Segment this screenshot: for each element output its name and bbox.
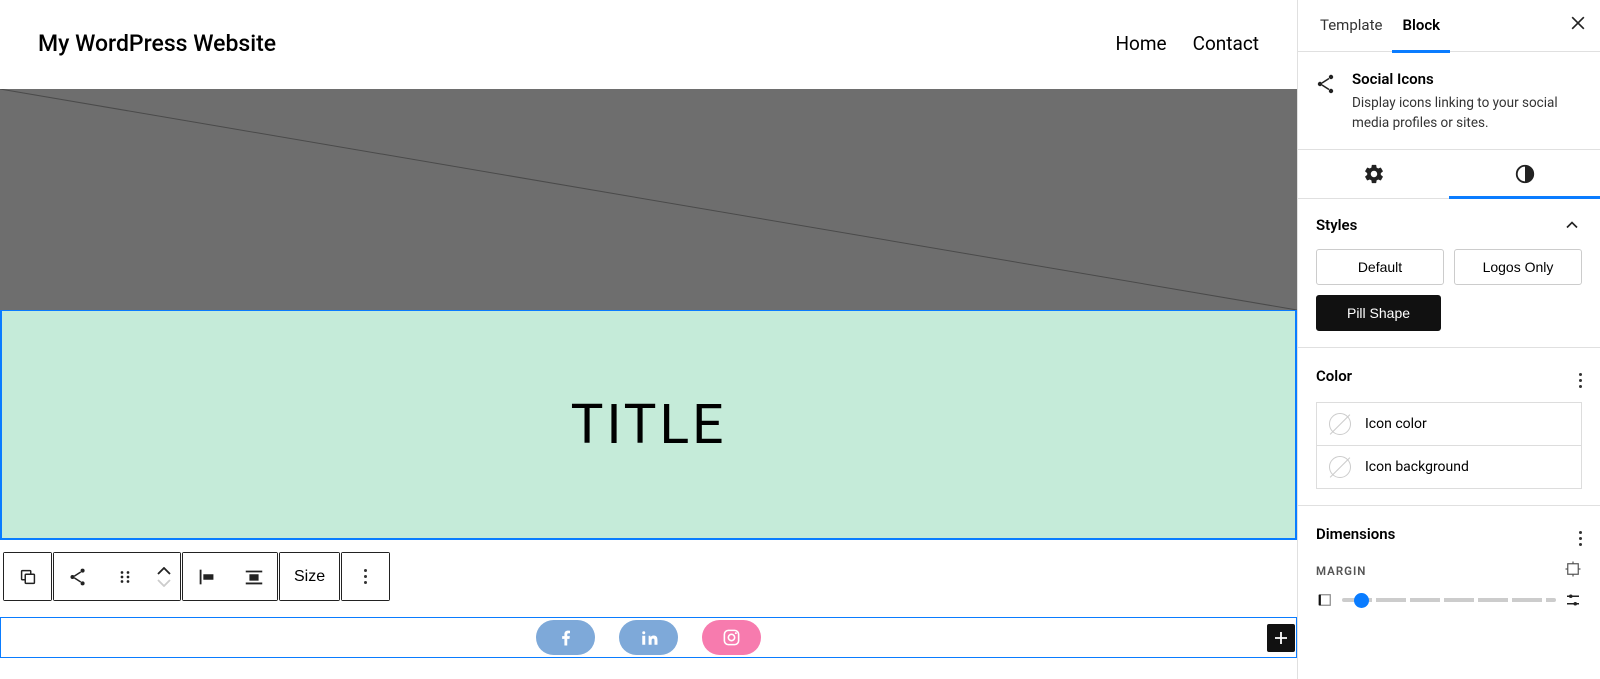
justify-left-button[interactable] (183, 553, 230, 600)
chevron-up-icon (157, 567, 171, 575)
gear-icon (1363, 163, 1385, 185)
editor-canvas: My WordPress Website Home Contact TITLE (0, 0, 1298, 679)
site-title[interactable]: My WordPress Website (38, 30, 276, 57)
chevron-down-icon (157, 579, 171, 587)
swatch-empty-icon (1329, 413, 1351, 435)
add-block-button[interactable] (1267, 624, 1295, 652)
dimensions-options-button[interactable] (1579, 522, 1582, 546)
block-toolbar: Size (3, 552, 390, 601)
plus-icon (1272, 629, 1290, 647)
style-logos-only[interactable]: Logos Only (1454, 249, 1582, 285)
drag-handle-icon[interactable] (101, 553, 148, 600)
block-name: Social Icons (1352, 70, 1584, 88)
block-card: Social Icons Display icons linking to yo… (1298, 52, 1600, 150)
social-icons-block[interactable] (0, 617, 1297, 658)
contrast-icon (1514, 163, 1536, 185)
color-options-button[interactable] (1579, 364, 1582, 388)
style-pill-shape[interactable]: Pill Shape (1316, 295, 1441, 331)
swatch-empty-icon (1329, 456, 1351, 478)
slider-thumb[interactable] (1354, 593, 1369, 608)
sidebar-tabs: Template Block (1298, 0, 1600, 52)
close-icon (1568, 13, 1588, 33)
social-facebook[interactable] (536, 620, 595, 655)
post-title[interactable]: TITLE (571, 393, 727, 457)
custom-value-button[interactable] (1564, 591, 1582, 609)
site-header: My WordPress Website Home Contact (0, 0, 1297, 89)
box-sides-icon (1564, 560, 1582, 578)
site-nav: Home Contact (1115, 32, 1259, 55)
social-linkedin[interactable] (619, 620, 678, 655)
subtab-styles[interactable] (1449, 151, 1600, 199)
title-block[interactable]: TITLE (0, 310, 1297, 540)
align-button[interactable] (230, 553, 277, 600)
move-up-down-button[interactable] (148, 553, 180, 600)
panel-color: Color Icon color Icon background (1298, 348, 1600, 506)
panel-styles-toggle[interactable]: Styles (1316, 215, 1582, 235)
panel-color-header: Color (1316, 364, 1582, 388)
color-icon-color[interactable]: Icon color (1316, 402, 1582, 446)
facebook-icon (556, 628, 576, 648)
tab-template[interactable]: Template (1310, 0, 1392, 53)
tab-block[interactable]: Block (1392, 0, 1450, 53)
instagram-icon (722, 628, 741, 647)
block-description: Display icons linking to your social med… (1352, 94, 1584, 133)
share-icon (1314, 72, 1338, 96)
color-icon-background[interactable]: Icon background (1316, 446, 1582, 489)
margin-label: MARGIN (1316, 564, 1366, 578)
close-sidebar-button[interactable] (1564, 9, 1588, 43)
more-vertical-icon (364, 569, 367, 584)
style-default[interactable]: Default (1316, 249, 1444, 285)
subtab-settings[interactable] (1298, 151, 1449, 199)
panel-dimensions: Dimensions MARGIN (1298, 506, 1600, 625)
nav-link-contact[interactable]: Contact (1193, 32, 1259, 55)
margin-slider[interactable] (1342, 598, 1556, 602)
panel-styles: Styles Default Logos Only Pill Shape (1298, 199, 1600, 348)
inspector-subtabs (1298, 150, 1600, 199)
parent-block-button[interactable] (4, 553, 51, 600)
social-instagram[interactable] (702, 620, 761, 655)
more-options-button[interactable] (342, 553, 389, 600)
margin-side-icon (1316, 591, 1334, 609)
share-icon[interactable] (54, 553, 101, 600)
chevron-up-icon (1562, 215, 1582, 235)
size-button[interactable]: Size (280, 553, 339, 600)
more-vertical-icon (1579, 373, 1582, 388)
unlink-sides-button[interactable] (1564, 560, 1582, 581)
featured-image-placeholder[interactable] (0, 89, 1297, 310)
more-vertical-icon (1579, 531, 1582, 546)
settings-sidebar: Template Block Social Icons Display icon… (1298, 0, 1600, 679)
nav-link-home[interactable]: Home (1115, 32, 1166, 55)
linkedin-icon (640, 629, 658, 647)
